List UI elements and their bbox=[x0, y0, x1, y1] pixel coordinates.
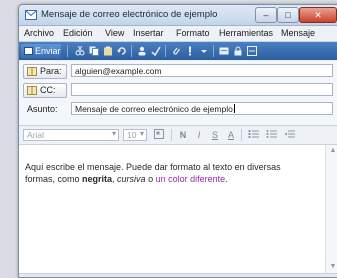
minimize-icon: – bbox=[263, 10, 269, 20]
menu-archivo[interactable]: Archivo bbox=[24, 28, 54, 38]
format-separator bbox=[241, 129, 242, 141]
end-text: . bbox=[225, 174, 228, 184]
font-family-select[interactable]: Arial ▾ bbox=[23, 129, 119, 141]
font-color-button[interactable]: A bbox=[225, 129, 237, 141]
subject-label: Asunto: bbox=[27, 104, 58, 114]
message-body-text: Aquí escribe el mensaje. Puede dar forma… bbox=[25, 161, 321, 185]
address-book-icon bbox=[27, 67, 37, 78]
send-icon bbox=[24, 47, 33, 57]
font-style-icon[interactable] bbox=[153, 129, 165, 141]
font-family-value: Arial bbox=[27, 130, 45, 140]
cc-button[interactable]: CC: bbox=[23, 83, 67, 98]
dropdown-arrow-icon[interactable] bbox=[199, 46, 209, 56]
menu-bar: Archivo Edición View Insertar Formato He… bbox=[19, 26, 337, 42]
to-label: Para: bbox=[40, 66, 62, 76]
numbered-list-icon[interactable] bbox=[247, 129, 261, 141]
format-separator bbox=[171, 129, 172, 141]
text-caret bbox=[233, 104, 235, 113]
check-names-icon[interactable] bbox=[137, 46, 147, 56]
spelling-icon[interactable] bbox=[151, 46, 161, 57]
paste-icon[interactable] bbox=[103, 46, 113, 56]
to-field[interactable]: alguien@example.com bbox=[71, 64, 333, 77]
cc-field[interactable] bbox=[71, 83, 333, 96]
menu-herramientas[interactable]: Herramientas bbox=[219, 28, 273, 38]
sign-icon[interactable] bbox=[219, 46, 229, 56]
cut-icon[interactable] bbox=[75, 45, 85, 56]
body-line-2: formas, como bbox=[25, 174, 83, 184]
body-line-1: Aquí escribe el mensaje. Puede dar forma… bbox=[25, 162, 281, 172]
toolbar: Enviar bbox=[19, 42, 337, 60]
toolbar-separator bbox=[213, 45, 214, 57]
encrypt-icon[interactable] bbox=[233, 46, 243, 56]
menu-insertar[interactable]: Insertar bbox=[133, 28, 164, 38]
toolbar-separator bbox=[131, 45, 132, 57]
close-button[interactable]: ✕ bbox=[299, 7, 337, 23]
colored-phrase: un color diferente bbox=[155, 174, 226, 184]
format-toolbar: Arial ▾ 10 ▾ N I S A bbox=[19, 126, 337, 145]
close-icon: ✕ bbox=[314, 10, 322, 20]
minimize-button[interactable]: – bbox=[255, 7, 277, 23]
scroll-up-icon[interactable]: ▲ bbox=[326, 147, 337, 154]
offline-icon[interactable] bbox=[247, 46, 257, 56]
maximize-button[interactable]: □ bbox=[277, 7, 299, 23]
send-label: Enviar bbox=[35, 46, 61, 56]
subject-value: Mensaje de correo electrónico de ejemplo bbox=[75, 104, 233, 114]
to-value: alguien@example.com bbox=[75, 66, 162, 76]
connector-text: o bbox=[145, 174, 156, 184]
send-button[interactable]: Enviar bbox=[21, 44, 61, 58]
bold-button[interactable]: N bbox=[177, 129, 189, 141]
message-body[interactable]: Aquí escribe el mensaje. Puede dar forma… bbox=[19, 145, 337, 277]
chevron-down-icon: ▾ bbox=[139, 129, 144, 138]
envelope-icon bbox=[25, 9, 37, 20]
to-button[interactable]: Para: bbox=[23, 64, 67, 79]
window-title: Mensaje de correo electrónico de ejemplo bbox=[41, 9, 218, 20]
attach-icon[interactable] bbox=[171, 46, 181, 56]
copy-icon[interactable] bbox=[89, 46, 99, 56]
chevron-down-icon: ▾ bbox=[111, 129, 116, 138]
title-bar: Mensaje de correo electrónico de ejemplo… bbox=[19, 5, 337, 26]
menu-edicion[interactable]: Edición bbox=[63, 28, 93, 38]
italic-word: cursiva bbox=[117, 174, 146, 184]
vertical-scrollbar[interactable]: ▲ ▼ bbox=[325, 145, 337, 277]
font-size-select[interactable]: 10 ▾ bbox=[123, 129, 147, 141]
bullet-list-icon[interactable] bbox=[265, 129, 279, 141]
font-size-value: 10 bbox=[127, 130, 137, 140]
underline-button[interactable]: S bbox=[209, 129, 221, 141]
menu-formato[interactable]: Formato bbox=[176, 28, 210, 38]
compose-window: Mensaje de correo electrónico de ejemplo… bbox=[18, 4, 337, 278]
toolbar-separator bbox=[165, 45, 166, 57]
message-headers: Para: alguien@example.com CC: Asunto: Me… bbox=[19, 61, 337, 126]
maximize-icon: □ bbox=[285, 10, 291, 20]
address-book-icon bbox=[27, 86, 37, 97]
priority-icon[interactable] bbox=[185, 46, 195, 56]
decrease-indent-icon[interactable] bbox=[283, 129, 297, 141]
undo-icon[interactable] bbox=[117, 46, 127, 56]
bold-word: negrita bbox=[82, 174, 113, 184]
menu-view[interactable]: View bbox=[105, 28, 124, 38]
toolbar-separator bbox=[67, 45, 68, 57]
subject-field[interactable]: Mensaje de correo electrónico de ejemplo bbox=[71, 102, 333, 115]
italic-button[interactable]: I bbox=[193, 129, 205, 141]
menu-mensaje[interactable]: Mensaje bbox=[281, 28, 315, 38]
scroll-down-icon[interactable]: ▼ bbox=[326, 263, 337, 270]
cc-label: CC: bbox=[40, 85, 56, 95]
